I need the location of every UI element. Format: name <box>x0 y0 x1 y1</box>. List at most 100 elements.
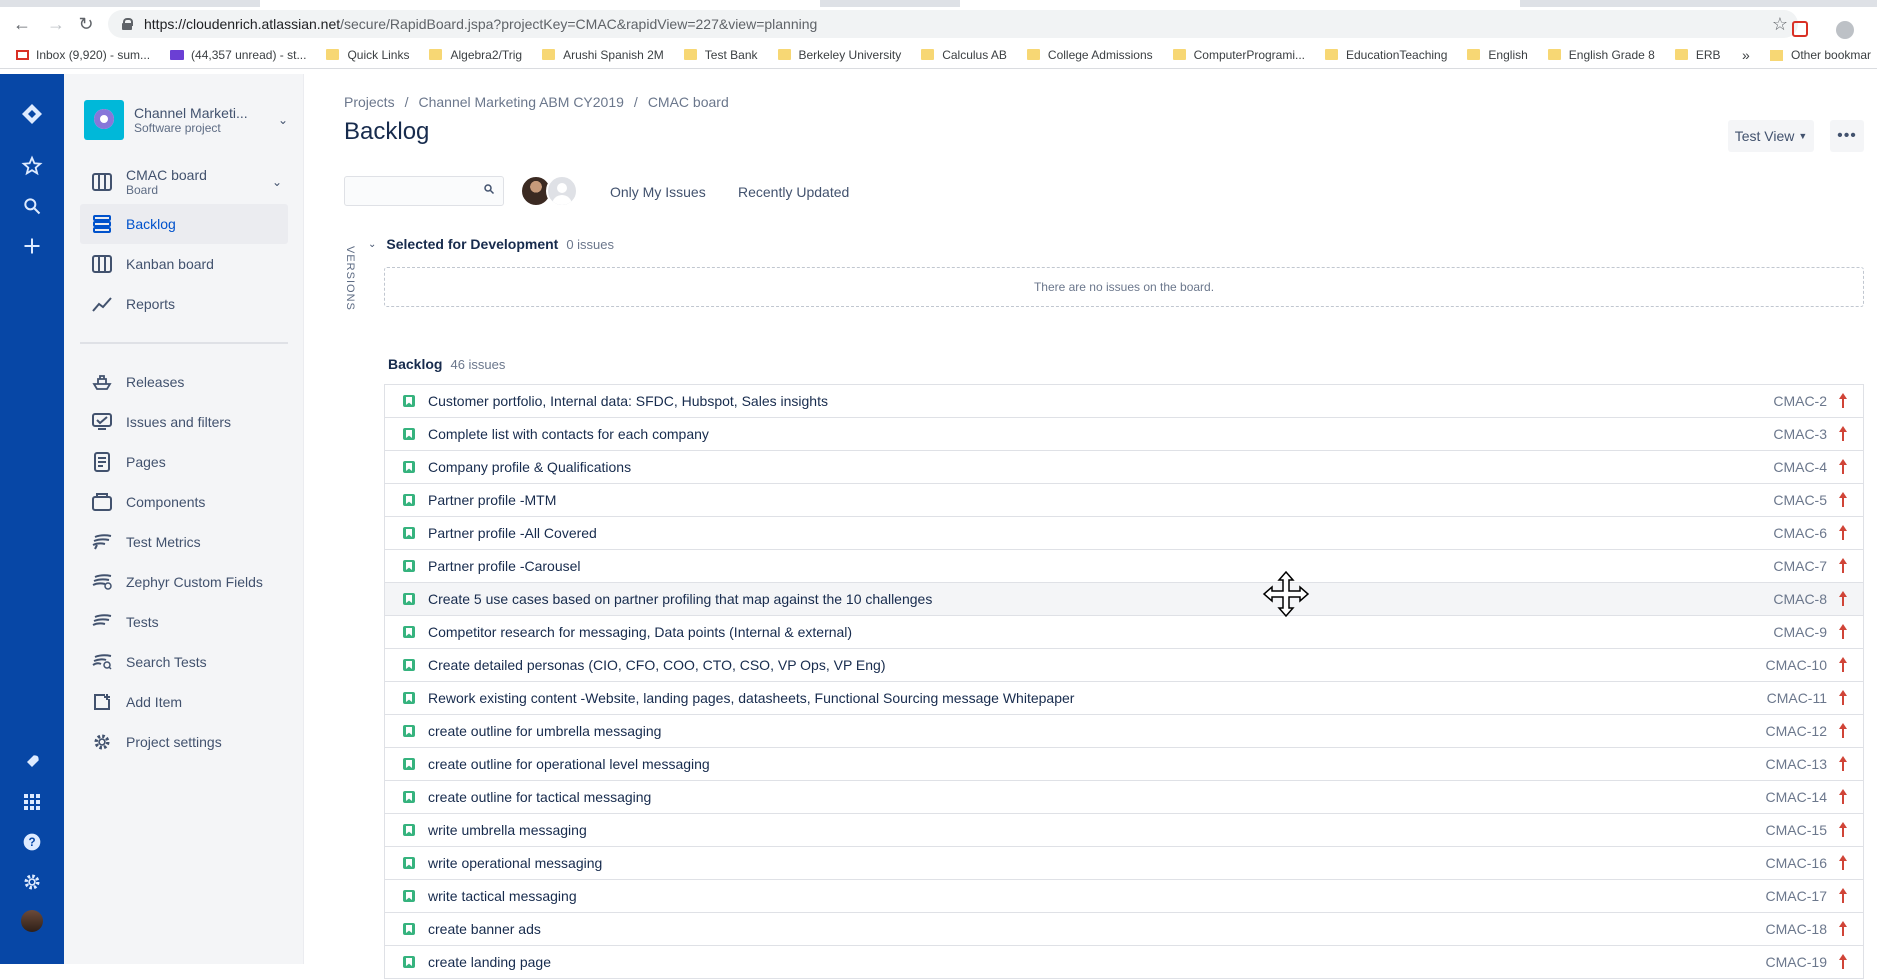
star-icon[interactable] <box>16 150 48 182</box>
bookmark-item[interactable]: Quick Links <box>316 41 419 68</box>
issue-row[interactable]: Partner profile -All Covered CMAC-6 <box>385 517 1863 550</box>
unassigned-avatar-filter[interactable] <box>546 175 578 207</box>
issue-key[interactable]: CMAC-17 <box>1766 888 1827 904</box>
other-bookmarks[interactable]: Other bookmar <box>1770 41 1871 68</box>
sidebar-item-kanban-board[interactable]: Kanban board <box>80 244 288 284</box>
breadcrumb-board[interactable]: CMAC board <box>648 94 729 110</box>
address-bar[interactable]: https://cloudenrich.atlassian.net/secure… <box>108 10 1798 38</box>
bookmark-item[interactable]: English <box>1457 41 1537 68</box>
issue-key[interactable]: CMAC-18 <box>1766 921 1827 937</box>
browser-tab[interactable] <box>260 0 820 7</box>
issue-row[interactable]: Create 5 use cases based on partner prof… <box>385 583 1863 616</box>
issue-row[interactable]: Company profile & Qualifications CMAC-4 <box>385 451 1863 484</box>
app-switcher-icon[interactable] <box>16 786 48 818</box>
issue-key[interactable]: CMAC-19 <box>1766 954 1827 970</box>
sidebar-item-reports[interactable]: Reports <box>80 284 288 324</box>
board-switcher[interactable]: CMAC board Board ⌄ <box>80 162 288 202</box>
issue-key[interactable]: CMAC-4 <box>1773 459 1827 475</box>
issue-key[interactable]: CMAC-15 <box>1766 822 1827 838</box>
bookmark-item[interactable]: Calculus AB <box>911 41 1017 68</box>
issue-row[interactable]: create outline for operational level mes… <box>385 748 1863 781</box>
issue-key[interactable]: CMAC-10 <box>1766 657 1827 673</box>
bookmark-star-icon[interactable]: ☆ <box>1772 14 1788 35</box>
issue-key[interactable]: CMAC-8 <box>1773 591 1827 607</box>
issue-row[interactable]: write umbrella messaging CMAC-15 <box>385 814 1863 847</box>
bookmark-item[interactable]: (44,357 unread) - st... <box>160 41 316 68</box>
sidebar-item-search-tests[interactable]: Search Tests <box>80 642 288 682</box>
user-avatar[interactable] <box>21 910 43 932</box>
issue-key[interactable]: CMAC-2 <box>1773 393 1827 409</box>
issue-row[interactable]: Partner profile -MTM CMAC-5 <box>385 484 1863 517</box>
board-view-dropdown[interactable]: Test View ▼ <box>1728 120 1814 152</box>
search-icon[interactable] <box>16 190 48 222</box>
recently-updated-filter[interactable]: Recently Updated <box>738 180 849 204</box>
issue-key[interactable]: CMAC-16 <box>1766 855 1827 871</box>
bookmark-item[interactable]: ComputerProgrami... <box>1163 41 1315 68</box>
settings-gear-icon[interactable] <box>16 866 48 898</box>
issue-row[interactable]: Rework existing content -Website, landin… <box>385 682 1863 715</box>
sidebar-item-issues-and-filters[interactable]: Issues and filters <box>80 402 288 442</box>
versions-panel-toggle[interactable]: VERSIONS <box>342 246 356 326</box>
breadcrumb-project[interactable]: Channel Marketing ABM CY2019 <box>418 94 623 110</box>
sidebar-item-project-settings[interactable]: Project settings <box>80 722 288 762</box>
issue-key[interactable]: CMAC-5 <box>1773 492 1827 508</box>
project-switcher[interactable]: Channel Marketi... Software project ⌄ <box>84 100 294 140</box>
issue-key[interactable]: CMAC-6 <box>1773 525 1827 541</box>
bookmark-item[interactable]: EducationTeaching <box>1315 41 1457 68</box>
issue-row[interactable]: write operational messaging CMAC-16 <box>385 847 1863 880</box>
sidebar-item-components[interactable]: Components <box>80 482 288 522</box>
extension-icon[interactable] <box>1792 21 1808 37</box>
bookmark-item[interactable]: Algebra2/Trig <box>419 41 532 68</box>
forward-arrow-icon[interactable]: → <box>42 10 70 38</box>
jira-logo-icon[interactable] <box>16 98 48 130</box>
help-icon[interactable]: ? <box>16 826 48 858</box>
bookmarks-overflow-button[interactable]: » <box>1742 41 1750 68</box>
issue-key[interactable]: CMAC-7 <box>1773 558 1827 574</box>
sidebar-item-backlog[interactable]: Backlog <box>80 204 288 244</box>
issue-key[interactable]: CMAC-14 <box>1766 789 1827 805</box>
bookmark-item[interactable]: Arushi Spanish 2M <box>532 41 674 68</box>
issue-row[interactable]: create landing page CMAC-19 <box>385 946 1863 979</box>
bookmark-item[interactable]: ERB <box>1665 41 1731 68</box>
sprint-header[interactable]: ⌄ Selected for Development 0 issues <box>368 236 614 252</box>
bookmark-item[interactable]: English Grade 8 <box>1538 41 1665 68</box>
bookmark-label: College Admissions <box>1047 47 1153 62</box>
browser-toolbar: ← → ↻ https://cloudenrich.atlassian.net /… <box>0 7 1877 41</box>
more-actions-button[interactable]: ••• <box>1830 120 1864 152</box>
sidebar-item-add-item[interactable]: Add Item <box>80 682 288 722</box>
create-icon[interactable] <box>16 230 48 262</box>
reload-icon[interactable]: ↻ <box>72 10 100 38</box>
sidebar-item-test-metrics[interactable]: Test Metrics <box>80 522 288 562</box>
back-arrow-icon[interactable]: ← <box>8 10 36 38</box>
issue-key[interactable]: CMAC-11 <box>1767 690 1827 706</box>
profile-icon[interactable] <box>1836 21 1854 39</box>
bookmark-item[interactable]: Test Bank <box>674 41 768 68</box>
rocket-icon[interactable] <box>16 746 48 778</box>
issue-row[interactable]: write tactical messaging CMAC-17 <box>385 880 1863 913</box>
issue-row[interactable]: create banner ads CMAC-18 <box>385 913 1863 946</box>
breadcrumb-projects[interactable]: Projects <box>344 94 395 110</box>
issue-key[interactable]: CMAC-12 <box>1766 723 1827 739</box>
issue-row[interactable]: Competitor research for messaging, Data … <box>385 616 1863 649</box>
sidebar-item-zephyr-custom-fields[interactable]: Zephyr Custom Fields <box>80 562 288 602</box>
bookmark-item[interactable]: Inbox (9,920) - sum... <box>6 41 160 68</box>
bookmark-item[interactable]: College Admissions <box>1017 41 1163 68</box>
issue-row[interactable]: create outline for tactical messaging CMA… <box>385 781 1863 814</box>
issue-row[interactable]: Complete list with contacts for each com… <box>385 418 1863 451</box>
issue-row[interactable]: create outline for umbrella messaging CMA… <box>385 715 1863 748</box>
sidebar-item-pages[interactable]: Pages <box>80 442 288 482</box>
issue-row[interactable]: Customer portfolio, Internal data: SFDC,… <box>385 385 1863 418</box>
browser-tab[interactable] <box>960 0 1520 7</box>
sidebar-item-releases[interactable]: Releases <box>80 362 288 402</box>
only-my-issues-filter[interactable]: Only My Issues <box>610 180 706 204</box>
issue-row[interactable]: Create detailed personas (CIO, CFO, COO,… <box>385 649 1863 682</box>
board-view-label: Test View <box>1734 128 1795 144</box>
sidebar-item-tests[interactable]: Tests <box>80 602 288 642</box>
issue-key[interactable]: CMAC-3 <box>1773 426 1827 442</box>
issue-row[interactable]: Partner profile -Carousel CMAC-7 <box>385 550 1863 583</box>
issue-key[interactable]: CMAC-13 <box>1766 756 1827 772</box>
bookmark-item[interactable]: Berkeley University <box>768 41 912 68</box>
sidebar-item-label: Components <box>126 494 206 510</box>
search-input[interactable] <box>345 177 475 205</box>
issue-key[interactable]: CMAC-9 <box>1773 624 1827 640</box>
